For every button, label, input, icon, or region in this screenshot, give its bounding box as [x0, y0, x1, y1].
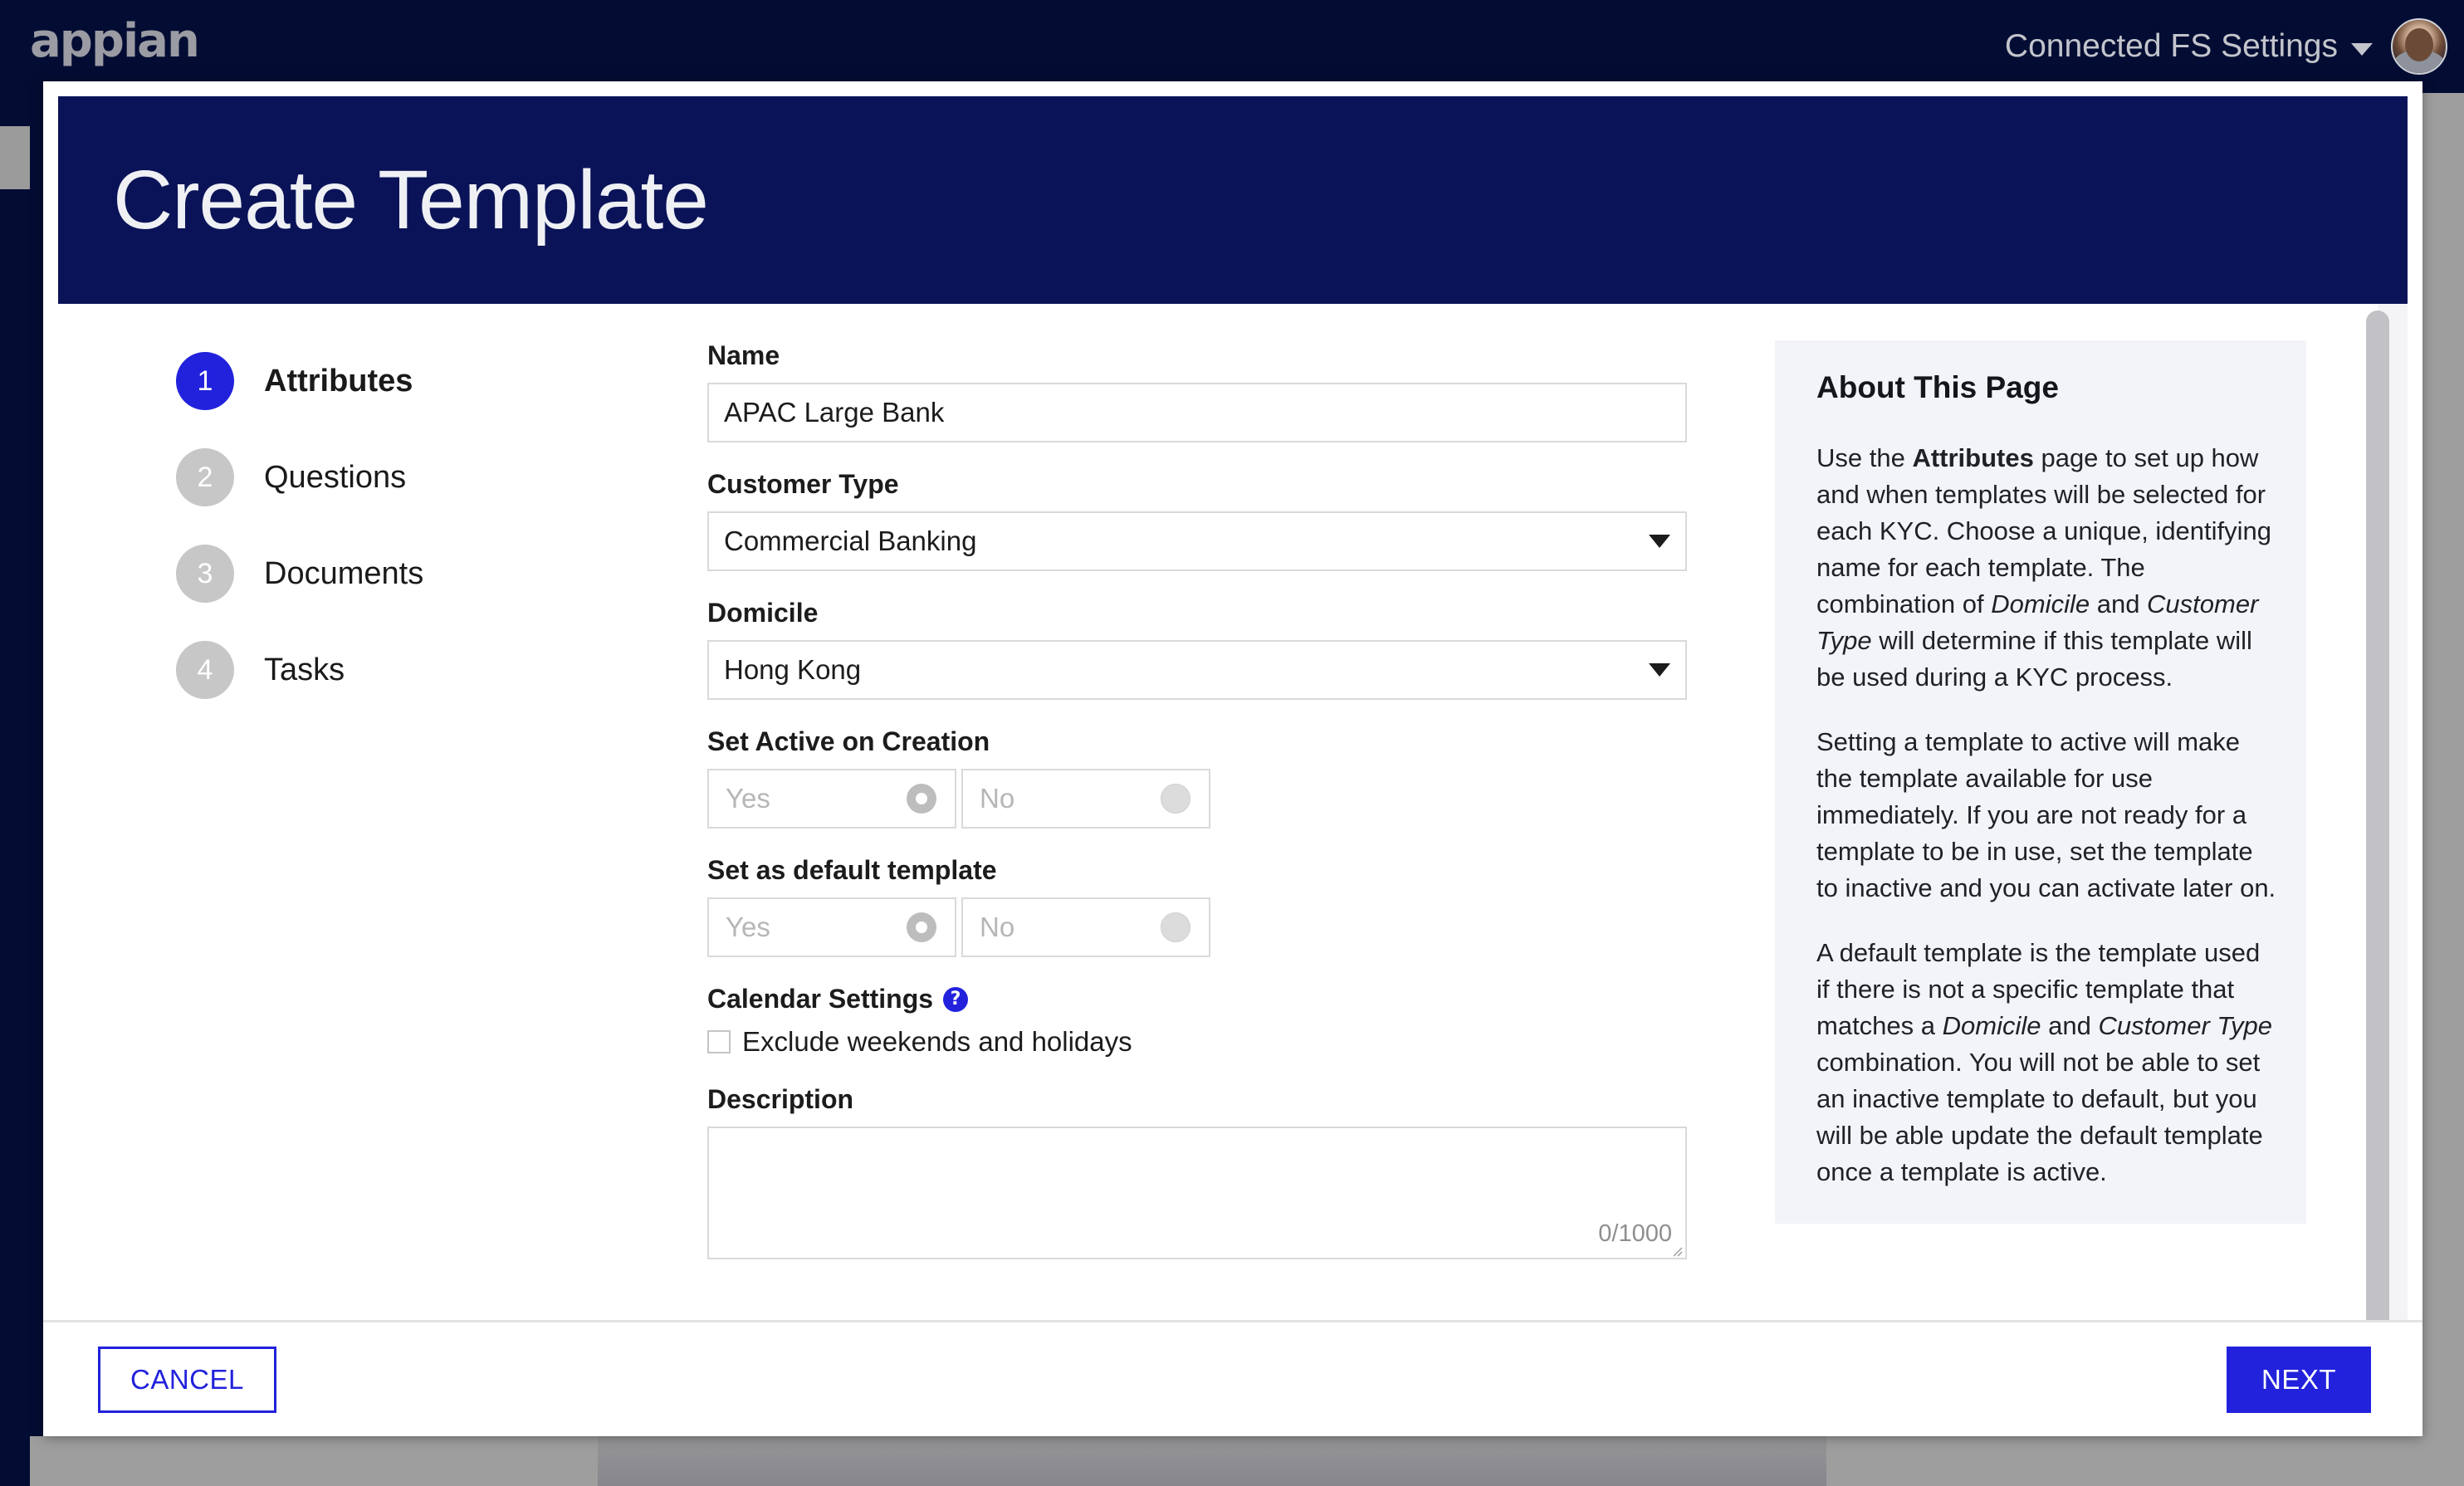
- step-label: Attributes: [264, 363, 413, 398]
- cancel-button[interactable]: CANCEL: [98, 1346, 276, 1413]
- set-default-label: Set as default template: [707, 855, 997, 885]
- set-active-radio-group: Yes No: [707, 769, 1745, 829]
- step-label: Documents: [264, 555, 424, 591]
- description-textarea[interactable]: 0/1000: [707, 1127, 1687, 1259]
- about-p3-italic-2: Customer Type: [2098, 1011, 2273, 1041]
- domicile-field-group: Domicile Hong Kong: [707, 598, 1745, 700]
- set-active-no-label: No: [980, 783, 1015, 814]
- vertical-scrollbar-thumb[interactable]: [2366, 310, 2389, 1320]
- description-label: Description: [707, 1084, 854, 1114]
- dialog-footer: CANCEL NEXT: [43, 1320, 2422, 1436]
- background-right-panel: [2422, 93, 2464, 1486]
- vertical-scrollbar-track[interactable]: [2366, 304, 2408, 1320]
- calendar-settings-text: Calendar Settings: [707, 984, 934, 1014]
- set-active-no-option[interactable]: No: [961, 769, 1210, 829]
- about-paragraph-1: Use the Attributes page to set up how an…: [1816, 440, 2280, 696]
- set-default-yes-label: Yes: [726, 912, 770, 942]
- set-default-no-option[interactable]: No: [961, 897, 1210, 957]
- set-active-field-group: Set Active on Creation Yes No: [707, 726, 1745, 829]
- step-label: Questions: [264, 459, 407, 495]
- customer-type-select[interactable]: Commercial Banking: [707, 511, 1687, 571]
- calendar-settings-label: Calendar Settings ?: [707, 984, 1745, 1014]
- topbar-right-group: Connected FS Settings: [2005, 18, 2447, 75]
- about-p3-part-c: combination. You will not be able to set…: [1816, 1048, 2263, 1187]
- radio-selected-icon: [907, 912, 936, 942]
- attributes-form: Name Customer Type Commercial Banking Do…: [707, 340, 1745, 1320]
- background-strip-left: [30, 1436, 598, 1486]
- wizard-step-attributes[interactable]: 1 Attributes: [176, 352, 707, 410]
- about-p1-bold: Attributes: [1912, 443, 2034, 472]
- customer-type-value: Commercial Banking: [724, 525, 977, 556]
- about-p3-part-b: and: [2041, 1011, 2099, 1041]
- about-column: About This Page Use the Attributes page …: [1745, 340, 2422, 1320]
- customer-type-label: Customer Type: [707, 469, 899, 499]
- radio-unselected-icon: [1161, 784, 1190, 814]
- set-active-yes-label: Yes: [726, 783, 770, 814]
- app-root: appian Connected FS Settings Create Temp…: [0, 0, 2464, 1486]
- name-field-group: Name: [707, 340, 1745, 442]
- dialog-header: Create Template: [58, 96, 2408, 304]
- description-field-group: Description 0/1000: [707, 1084, 1745, 1259]
- about-p1-italic-1: Domicile: [1991, 589, 2090, 619]
- page-title: Create Template: [113, 154, 709, 247]
- wizard-step-tasks[interactable]: 4 Tasks: [176, 641, 707, 699]
- chevron-down-icon: [2351, 42, 2373, 56]
- exclude-weekends-checkbox[interactable]: [707, 1030, 731, 1053]
- set-default-yes-option[interactable]: Yes: [707, 897, 956, 957]
- appian-logo: appian: [30, 14, 200, 68]
- step-number-badge: 2: [176, 448, 234, 506]
- set-default-radio-group: Yes No: [707, 897, 1745, 957]
- resize-handle-icon[interactable]: [1668, 1242, 1683, 1257]
- next-button[interactable]: NEXT: [2226, 1346, 2371, 1413]
- top-navigation-bar: appian Connected FS Settings: [0, 0, 2464, 93]
- step-number-badge: 1: [176, 352, 234, 410]
- chevron-down-icon: [1649, 663, 1670, 677]
- customer-type-field-group: Customer Type Commercial Banking: [707, 469, 1745, 571]
- character-counter: 0/1000: [1598, 1220, 1672, 1247]
- about-paragraph-2: Setting a template to active will make t…: [1816, 727, 2276, 903]
- radio-selected-icon: [907, 784, 936, 814]
- exclude-weekends-row[interactable]: Exclude weekends and holidays: [707, 1026, 1745, 1058]
- question-mark-icon[interactable]: ?: [943, 986, 969, 1012]
- dialog-body: 1 Attributes 2 Questions 3 Documents 4 T…: [43, 304, 2422, 1320]
- about-panel-title: About This Page: [1816, 370, 2059, 404]
- background-left-rail-chip: [0, 126, 30, 189]
- set-default-field-group: Set as default template Yes No: [707, 855, 1745, 957]
- about-paragraph-3: A default template is the template used …: [1816, 935, 2280, 1190]
- set-active-label: Set Active on Creation: [707, 726, 990, 756]
- domicile-label: Domicile: [707, 598, 819, 628]
- set-active-yes-option[interactable]: Yes: [707, 769, 956, 829]
- step-number-badge: 4: [176, 641, 234, 699]
- wizard-step-documents[interactable]: 3 Documents: [176, 545, 707, 603]
- about-p3-italic-1: Domicile: [1942, 1011, 2041, 1041]
- connected-fs-settings-menu[interactable]: Connected FS Settings: [2005, 28, 2373, 65]
- domicile-value: Hong Kong: [724, 654, 862, 685]
- background-strip-center: [598, 1436, 1826, 1486]
- step-number-badge: 3: [176, 545, 234, 603]
- about-this-page-panel: About This Page Use the Attributes page …: [1775, 340, 2306, 1224]
- exclude-weekends-label: Exclude weekends and holidays: [742, 1026, 1132, 1057]
- about-p1-part-a: Use the: [1816, 443, 1913, 472]
- wizard-step-questions[interactable]: 2 Questions: [176, 448, 707, 506]
- connected-fs-settings-label: Connected FS Settings: [2004, 28, 2338, 64]
- avatar[interactable]: [2391, 18, 2447, 75]
- create-template-dialog: Create Template 1 Attributes 2 Questions…: [43, 81, 2422, 1436]
- background-strip-right: [1826, 1436, 2464, 1486]
- domicile-select[interactable]: Hong Kong: [707, 640, 1687, 700]
- name-label: Name: [707, 340, 780, 370]
- chevron-down-icon: [1649, 535, 1670, 548]
- wizard-step-list: 1 Attributes 2 Questions 3 Documents 4 T…: [43, 340, 707, 1320]
- radio-unselected-icon: [1161, 912, 1190, 942]
- step-label: Tasks: [264, 652, 345, 687]
- about-p1-part-d: will determine if this template will be …: [1816, 626, 2252, 692]
- name-input[interactable]: [707, 383, 1687, 442]
- calendar-settings-group: Calendar Settings ? Exclude weekends and…: [707, 984, 1745, 1058]
- set-default-no-label: No: [980, 912, 1015, 942]
- about-p1-part-c: and: [2090, 589, 2148, 619]
